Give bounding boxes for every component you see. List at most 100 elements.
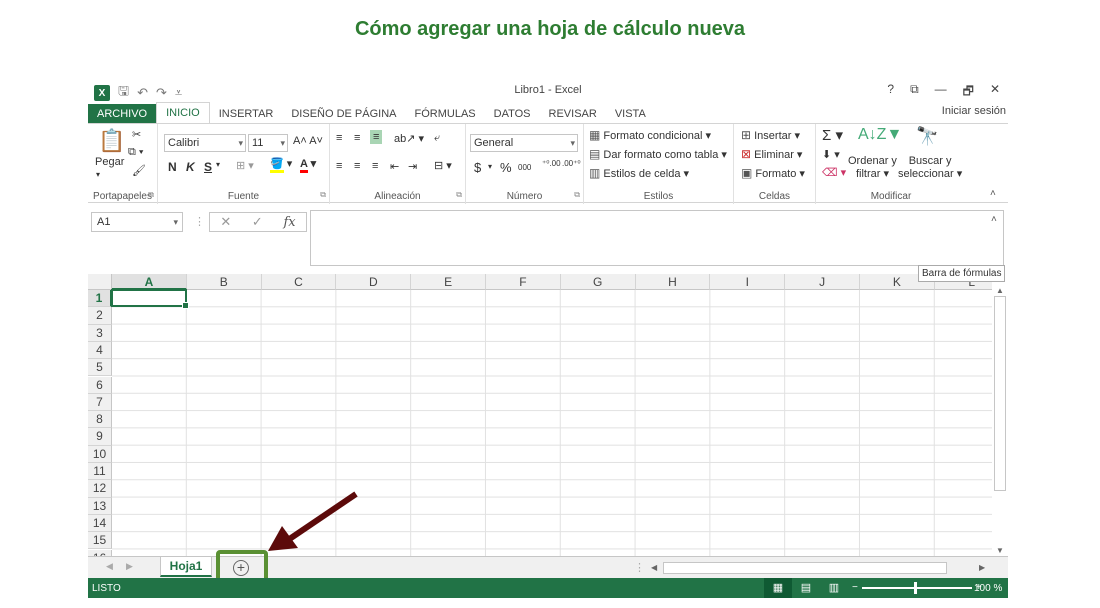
wrap-text-icon[interactable]: ⤶ (434, 132, 440, 145)
thousands-button[interactable]: 000 (518, 163, 531, 172)
row-header[interactable]: 1 (88, 290, 112, 308)
underline-dropdown-icon[interactable]: ▾ (216, 160, 220, 169)
scroll-down-icon[interactable]: ▼ (996, 546, 1004, 555)
cells-area[interactable] (112, 290, 992, 556)
insert-function-button[interactable]: fx (283, 215, 295, 230)
italic-button[interactable]: K (186, 160, 195, 174)
conditional-format-button[interactable]: ▦ Formato condicional ▾ (589, 128, 711, 142)
formula-input[interactable] (310, 210, 1004, 266)
tab-archivo[interactable]: ARCHIVO (88, 104, 157, 124)
collapse-formula-bar-icon[interactable]: ˄ (991, 214, 997, 225)
alignment-launcher-icon[interactable]: ⧉ (456, 190, 462, 200)
middle-align-icon[interactable]: ≡ (354, 132, 360, 144)
select-all-button[interactable] (88, 274, 112, 290)
column-header[interactable]: J (785, 274, 860, 290)
align-center-icon[interactable]: ≡ (354, 160, 360, 172)
row-header[interactable]: 14 (88, 514, 112, 533)
scroll-up-icon[interactable]: ▲ (996, 286, 1004, 295)
horizontal-scroll-thumb[interactable] (663, 562, 947, 574)
grow-font-icon[interactable]: A˄ A˅ (293, 135, 323, 147)
font-size-combo[interactable]: 11 (248, 134, 288, 152)
decrease-decimal-icon[interactable]: .00⁺⁰ (562, 159, 581, 168)
bold-button[interactable]: N (168, 160, 177, 174)
column-header[interactable]: F (486, 274, 561, 290)
column-header[interactable]: A (112, 274, 187, 290)
font-launcher-icon[interactable]: ⧉ (320, 190, 326, 200)
autosum-icon[interactable]: Σ ▾ (822, 126, 843, 144)
borders-icon[interactable]: ⊞ ▾ (236, 159, 254, 172)
new-sheet-button[interactable]: + (233, 560, 249, 576)
paste-icon[interactable]: 📋 (98, 128, 125, 154)
column-header[interactable]: I (710, 274, 786, 290)
font-name-combo[interactable]: Calibri (164, 134, 246, 152)
tab-split-grip-icon[interactable]: ⋮ (634, 561, 645, 574)
number-launcher-icon[interactable]: ⧉ (574, 190, 580, 200)
tab-revisar[interactable]: REVISAR (540, 104, 606, 124)
tab-inicio[interactable]: INICIO (156, 102, 210, 124)
paste-button[interactable]: Pegar (95, 156, 124, 168)
tab-vista[interactable]: VISTA (606, 104, 655, 124)
ribbon-display-icon[interactable]: ⧉ (910, 82, 919, 103)
find-select-button[interactable]: Buscar y seleccionar ▾ (898, 155, 962, 180)
bottom-align-icon[interactable]: ≡ (370, 130, 383, 144)
row-header[interactable]: 6 (88, 376, 112, 394)
zoom-out-button[interactable]: − (852, 582, 858, 593)
cell-styles-button[interactable]: ▥ Estilos de celda ▾ (589, 166, 689, 180)
page-layout-view-icon[interactable]: ▤ (792, 578, 820, 598)
prev-sheet-icon[interactable]: ◀ (106, 561, 113, 572)
fill-color-icon[interactable]: 🪣 ▾ (270, 157, 292, 173)
clipboard-launcher-icon[interactable]: ⧉ (148, 190, 154, 200)
restore-button[interactable]: 🗗 (963, 82, 974, 103)
column-header[interactable]: H (635, 274, 711, 290)
scroll-right-icon[interactable]: ▶ (979, 563, 985, 572)
enter-icon[interactable]: ✓ (252, 214, 263, 230)
close-button[interactable]: ✕ (990, 82, 1000, 103)
insert-cells-button[interactable]: ⊞ Insertar ▾ (741, 128, 800, 142)
page-break-view-icon[interactable]: ▥ (820, 578, 848, 598)
column-header[interactable]: E (411, 274, 486, 290)
clear-icon[interactable]: ⌫ ▾ (822, 166, 846, 179)
zoom-slider[interactable] (861, 581, 972, 594)
underline-button[interactable]: S (204, 160, 212, 174)
vertical-scroll-thumb[interactable] (994, 296, 1006, 491)
row-header[interactable]: 5 (88, 359, 112, 377)
copy-icon[interactable]: ⧉ ▾ (128, 146, 144, 159)
column-header[interactable]: C (261, 274, 337, 290)
sort-filter-button[interactable]: Ordenar y filtrar ▾ (848, 155, 897, 180)
row-header[interactable]: 3 (88, 324, 112, 342)
fill-icon[interactable]: ⬇ ▾ (822, 148, 840, 161)
horizontal-scrollbar[interactable]: ◀ ▶ (651, 561, 991, 575)
row-header[interactable]: 15 (88, 532, 112, 550)
row-header[interactable]: 11 (88, 463, 112, 481)
row-header[interactable]: 2 (88, 307, 112, 325)
currency-dropdown-icon[interactable]: ▾ (488, 162, 492, 171)
cancel-icon[interactable]: ✕ (220, 214, 231, 230)
decrease-indent-icon[interactable]: ⇤ (390, 160, 399, 173)
tab-insertar[interactable]: INSERTAR (210, 104, 283, 124)
merge-center-icon[interactable]: ⊟ ▾ (434, 159, 452, 172)
column-header[interactable]: G (560, 274, 636, 290)
tab-diseno-pagina[interactable]: DISEÑO DE PÁGINA (282, 104, 405, 124)
zoom-level[interactable]: 100 % (974, 583, 1002, 594)
scroll-left-icon[interactable]: ◀ (651, 563, 657, 572)
format-as-table-button[interactable]: ▤ Dar formato como tabla ▾ (589, 147, 727, 161)
row-header[interactable]: 9 (88, 428, 112, 446)
normal-view-icon[interactable]: ▦ (764, 578, 792, 598)
row-header[interactable]: 4 (88, 341, 112, 360)
row-header[interactable]: 7 (88, 393, 112, 412)
name-box[interactable]: A1 (91, 212, 183, 232)
row-header[interactable]: 12 (88, 480, 112, 498)
top-align-icon[interactable]: ≡ (336, 132, 342, 144)
help-button[interactable]: ? (887, 82, 894, 103)
row-header[interactable]: 8 (88, 411, 112, 429)
tab-formulas[interactable]: FÓRMULAS (406, 104, 485, 124)
column-header[interactable]: D (336, 274, 412, 290)
number-format-combo[interactable]: General (470, 134, 578, 152)
collapse-ribbon-icon[interactable]: ˄ (990, 188, 996, 199)
font-color-icon[interactable]: A ▾ (300, 157, 316, 173)
row-header[interactable]: 10 (88, 445, 112, 463)
percent-button[interactable]: % (500, 160, 512, 175)
next-sheet-icon[interactable]: ▶ (126, 561, 133, 572)
delete-cells-button[interactable]: ⊠ Eliminar ▾ (741, 147, 802, 161)
vertical-scrollbar[interactable]: ▲ ▼ (992, 286, 1008, 558)
